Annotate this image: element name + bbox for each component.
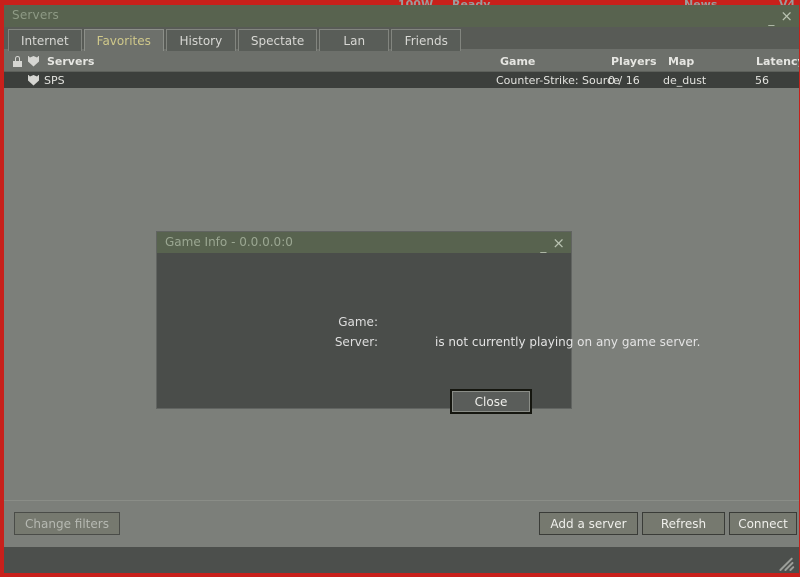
row-shield-icon: [28, 73, 39, 86]
status-bar: [4, 547, 799, 573]
resize-grip-icon[interactable]: [779, 554, 795, 572]
tab-friends[interactable]: Friends: [391, 29, 462, 51]
change-filters-button[interactable]: Change filters: [14, 512, 120, 535]
column-header-servers[interactable]: Servers: [47, 55, 94, 68]
window-title: Servers: [12, 8, 60, 22]
dialog-titlebar[interactable]: Game Info - 0.0.0.0:0 _ ×: [157, 232, 571, 253]
minimize-icon[interactable]: _: [768, 12, 774, 26]
row-latency: 56: [755, 74, 769, 87]
row-map: de_dust: [663, 74, 707, 87]
server-list-header: Servers Game Players Map Latency: [4, 51, 799, 72]
dialog-label-game: Game:: [338, 315, 378, 329]
servers-window: Servers _ × Internet Favorites History S…: [4, 5, 799, 573]
bottom-toolbar: Change filters Add a server Refresh Conn…: [4, 500, 799, 547]
column-header-map[interactable]: Map: [668, 55, 694, 68]
dialog-window-controls: _ ×: [540, 232, 565, 254]
close-icon[interactable]: ×: [780, 8, 793, 23]
dialog-body: Game: Server: is not currently playing o…: [157, 253, 700, 414]
dialog-label-server: Server:: [334, 335, 378, 349]
refresh-button[interactable]: Refresh: [642, 512, 725, 535]
connect-button[interactable]: Connect: [729, 512, 797, 535]
game-info-dialog: Game Info - 0.0.0.0:0 _ × Game: Server: …: [156, 231, 700, 414]
column-header-latency[interactable]: Latency: [756, 55, 799, 68]
dialog-close-icon[interactable]: ×: [552, 235, 565, 250]
row-server-name: SPS: [44, 74, 65, 87]
dialog-message: is not currently playing on any game ser…: [435, 335, 701, 349]
add-server-button[interactable]: Add a server: [539, 512, 638, 535]
table-row[interactable]: SPS Counter-Strike: Source 0 / 16 de_dus…: [4, 72, 799, 88]
tab-bar: Internet Favorites History Spectate Lan …: [4, 27, 799, 51]
tab-spectate[interactable]: Spectate: [237, 29, 318, 51]
close-button[interactable]: Close: [450, 389, 532, 414]
dialog-minimize-icon[interactable]: _: [540, 239, 546, 253]
row-game: Counter-Strike: Source: [496, 74, 620, 87]
window-controls: _ ×: [768, 5, 793, 27]
tab-lan[interactable]: Lan: [319, 29, 390, 51]
lock-icon[interactable]: [13, 54, 22, 67]
tab-internet[interactable]: Internet: [8, 29, 82, 51]
window-titlebar[interactable]: Servers _ ×: [4, 5, 799, 27]
close-button-label: Close: [474, 394, 508, 409]
shield-icon[interactable]: [28, 54, 39, 67]
server-list-body: SPS Counter-Strike: Source 0 / 16 de_dus…: [4, 72, 799, 500]
tab-favorites[interactable]: Favorites: [83, 29, 164, 51]
tab-history[interactable]: History: [165, 29, 236, 51]
dialog-title: Game Info - 0.0.0.0:0: [165, 235, 293, 249]
column-header-players[interactable]: Players: [611, 55, 657, 68]
column-header-game[interactable]: Game: [500, 55, 535, 68]
row-players: 0 / 16: [608, 74, 640, 87]
